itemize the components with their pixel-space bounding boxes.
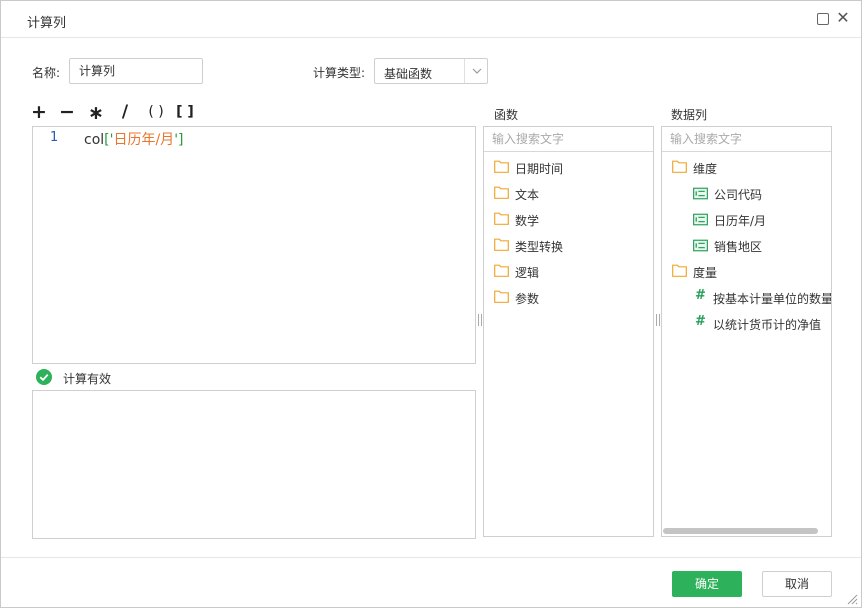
code-field-name: 日历年/月 (113, 132, 175, 148)
function-category-label: 类型转换 (515, 240, 564, 254)
dimension-field-icon (693, 213, 708, 226)
dimension-field-label: 公司代码 (714, 188, 763, 202)
maximize-icon[interactable] (817, 13, 829, 25)
type-label: 计算类型: (313, 66, 366, 80)
folder-icon (494, 212, 509, 225)
calc-type-select[interactable]: 基础函数 (374, 58, 488, 84)
select-divider (464, 59, 465, 83)
code-close-bracket: '] (174, 132, 184, 148)
function-category-label: 逻辑 (515, 266, 540, 280)
dimension-field-icon (693, 239, 708, 252)
functions-search-input[interactable]: 输入搜索文字 (484, 127, 653, 152)
formula-code: col['日历年/月'] (84, 129, 184, 149)
measure-group-label: 度量 (693, 266, 718, 280)
folder-icon (494, 290, 509, 303)
minus-operator-button[interactable]: − (59, 102, 75, 124)
functions-panel-title: 函数 (494, 108, 519, 122)
dialog-title: 计算列 (27, 16, 67, 31)
line-number: 1 (50, 130, 59, 145)
cancel-button[interactable]: 取消 (762, 571, 832, 597)
hash-icon: # (695, 288, 706, 303)
close-icon[interactable]: ✕ (836, 10, 850, 26)
function-category-label: 数学 (515, 214, 540, 228)
parentheses-operator-button[interactable]: ( ) (145, 102, 167, 124)
title-bar: 计算列 ✕ (1, 1, 861, 38)
calculated-column-dialog: 计算列 ✕ 名称: 计算列 计算类型: 基础函数 + − ∗ / ( ) [ ]… (0, 0, 862, 608)
name-label: 名称: (32, 66, 61, 80)
columns-search-input[interactable]: 输入搜索文字 (662, 127, 831, 152)
folder-icon (672, 264, 687, 277)
check-circle-icon (36, 369, 52, 385)
divide-operator-button[interactable]: / (119, 102, 131, 124)
measure-field-label: 按基本计量单位的数量 (713, 292, 832, 306)
code-function: col (84, 132, 105, 148)
dimension-field-label: 日历年/月 (714, 214, 767, 228)
resize-grip-icon[interactable] (846, 593, 858, 605)
message-area (32, 390, 476, 539)
chevron-down-icon (472, 68, 482, 74)
multiply-operator-button[interactable]: ∗ (88, 102, 104, 124)
splitter-handle[interactable] (478, 314, 482, 326)
dimension-field-icon (693, 187, 708, 200)
hash-icon: # (695, 314, 706, 329)
status-text: 计算有效 (63, 372, 112, 386)
dimension-group-label: 维度 (693, 162, 718, 176)
name-input[interactable]: 计算列 (69, 58, 203, 84)
plus-operator-button[interactable]: + (31, 102, 47, 124)
columns-panel-title: 数据列 (671, 108, 708, 122)
function-category-label: 文本 (515, 188, 540, 202)
dimension-field-label: 销售地区 (714, 240, 763, 254)
measure-field-label: 以统计货币计的净值 (713, 318, 822, 332)
function-category-label: 参数 (515, 292, 540, 306)
folder-icon (494, 264, 509, 277)
ok-button[interactable]: 确定 (672, 571, 742, 597)
function-category-label: 日期时间 (515, 162, 564, 176)
folder-icon (672, 160, 687, 173)
folder-icon (494, 186, 509, 199)
folder-icon (494, 238, 509, 251)
brackets-operator-button[interactable]: [ ] (175, 102, 195, 124)
horizontal-scrollbar[interactable] (663, 528, 818, 534)
functions-panel: 输入搜索文字 日期时间 文本 数学 类型转换 逻辑 参数 (483, 126, 654, 537)
calc-type-value: 基础函数 (384, 67, 433, 81)
folder-icon (494, 160, 509, 173)
formula-editor[interactable]: 1 col['日历年/月'] (32, 126, 476, 364)
columns-panel: 输入搜索文字 维度 公司代码 日历年/月 销售地区 度量 # 按基本计量单位的数… (661, 126, 832, 537)
splitter-handle[interactable] (656, 314, 660, 326)
